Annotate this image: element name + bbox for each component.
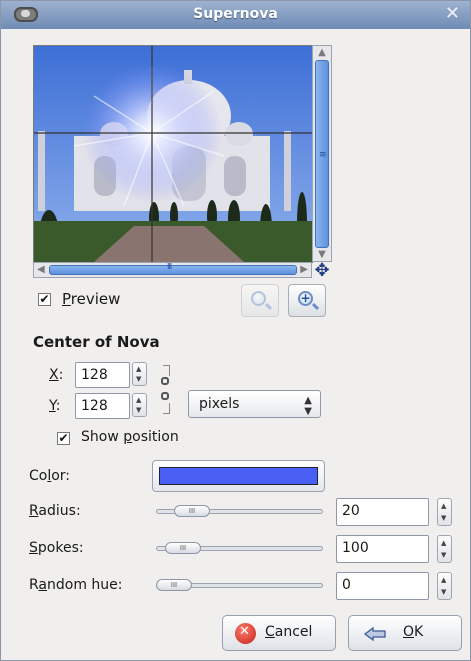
spokes-label: Spokes: [29,540,84,556]
supernova-dialog: Supernova ✕ ▲ ≡ ▼ ◀ III ▶ ✥ ✔ Preview + … [0,0,471,661]
chain-link-icon [161,392,169,400]
scroll-left-arrow-icon[interactable]: ◀ [37,264,45,275]
zoom-out-icon [251,291,266,306]
chain-link-button[interactable] [159,365,173,414]
unit-select[interactable]: pixels ▲ ▼ [188,390,321,418]
section-title-center-of-nova: Center of Nova [33,333,160,351]
title-bar[interactable]: Supernova ✕ [1,1,470,29]
preview-label[interactable]: Preview [62,290,120,308]
vertical-grip-icon: ≡ [319,150,327,160]
preview-image[interactable] [33,45,313,263]
y-coordinate-input[interactable]: 128 [75,393,130,419]
slider-thumb[interactable]: III [156,579,192,591]
x-coordinate-input[interactable]: 128 [75,362,130,388]
preview-canvas [34,46,312,262]
random-hue-label: Random hue: [29,577,123,593]
y-spin-buttons[interactable]: ▲ ▼ [132,393,147,417]
zoom-out-button[interactable] [241,284,279,317]
navigate-move-icon[interactable]: ✥ [313,262,331,281]
ok-icon [363,626,386,642]
ok-button[interactable]: OK [348,615,462,651]
color-picker-button[interactable] [152,460,325,492]
ok-label: OK [403,624,424,640]
slider-thumb[interactable]: III [174,505,210,517]
window-title: Supernova [193,6,278,22]
random-hue-spin-buttons[interactable]: ▲ ▼ [437,572,452,600]
show-position-checkbox[interactable]: ✔ [57,432,70,445]
show-position-label[interactable]: Show position [81,429,179,445]
radius-input[interactable]: 20 [336,498,429,526]
random-hue-slider[interactable]: III [156,578,323,592]
radius-label: Radius: [29,503,81,519]
random-hue-input[interactable]: 0 [336,572,429,600]
horizontal-scroll-thumb[interactable] [49,265,297,275]
spokes-input[interactable]: 100 [336,535,429,563]
close-icon[interactable]: ✕ [445,5,460,23]
spokes-slider[interactable]: III [156,541,323,555]
preview-horizontal-scrollbar[interactable]: ◀ III ▶ [33,262,312,278]
combo-arrows-icon: ▲ ▼ [304,395,312,417]
preview-vertical-scrollbar[interactable]: ▲ ≡ ▼ [312,45,332,262]
spokes-spin-buttons[interactable]: ▲ ▼ [437,535,452,563]
y-label: Y: [49,398,61,414]
plus-icon: + [300,291,311,305]
scroll-up-arrow-icon[interactable]: ▲ [316,48,328,58]
chain-link-icon [161,377,169,385]
preview-checkbox[interactable]: ✔ [38,293,51,306]
color-label: Color: [29,468,71,484]
x-label: X: [49,367,64,383]
x-spin-buttons[interactable]: ▲ ▼ [132,362,147,386]
cancel-label: Cancel [265,624,313,640]
scroll-down-arrow-icon[interactable]: ▼ [316,250,328,260]
chain-bracket-bottom [163,403,170,414]
scroll-right-arrow-icon[interactable]: ▶ [300,264,308,275]
slider-thumb[interactable]: III [165,542,201,554]
cancel-icon [235,623,256,644]
radius-spin-buttons[interactable]: ▲ ▼ [437,498,452,526]
radius-slider[interactable]: III [156,504,323,518]
color-swatch [159,467,318,485]
zoom-in-button[interactable]: + [288,284,326,317]
horizontal-grip-icon: III [167,262,172,271]
cancel-button[interactable]: Cancel [222,615,336,651]
chain-bracket-top [163,365,170,376]
